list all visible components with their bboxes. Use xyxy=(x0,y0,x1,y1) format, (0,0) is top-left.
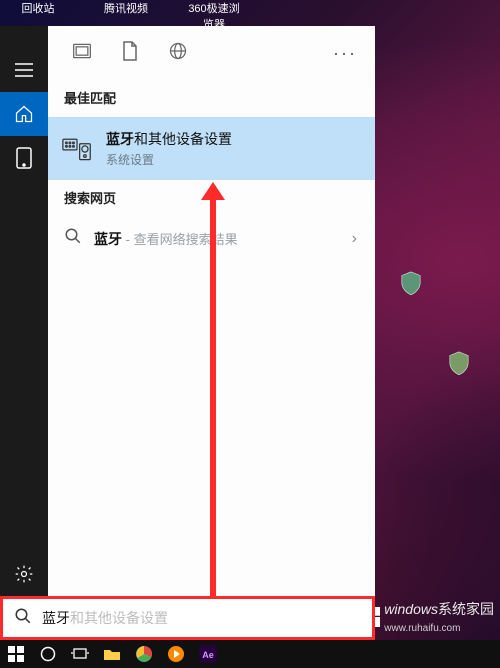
start-search-panel: ··· 最佳匹配 蓝牙和其他设备设置 系统设置 搜索网页 xyxy=(0,26,375,640)
task-view-button[interactable] xyxy=(64,640,96,668)
taskbar-app-media[interactable] xyxy=(160,640,192,668)
rail-settings[interactable] xyxy=(0,552,48,596)
rail-phone[interactable] xyxy=(0,136,48,180)
desktop-icon-browser[interactable]: 360极速浏览器 xyxy=(184,0,244,26)
start-button[interactable] xyxy=(0,640,32,668)
desktop-icons: 回收站 腾讯视频 360极速浏览器 xyxy=(8,0,500,26)
desktop-icon-recycle[interactable]: 回收站 xyxy=(8,0,68,26)
search-results-pane: ··· 最佳匹配 蓝牙和其他设备设置 系统设置 搜索网页 xyxy=(48,26,375,640)
scope-more-button[interactable]: ··· xyxy=(333,43,357,64)
annotation-arrow xyxy=(210,186,216,616)
desktop-icon-video[interactable]: 腾讯视频 xyxy=(96,0,156,26)
best-match-header: 最佳匹配 xyxy=(48,80,375,117)
menu-button[interactable] xyxy=(0,48,48,92)
scope-files-icon[interactable] xyxy=(72,42,92,65)
rail-home[interactable] xyxy=(0,92,48,136)
taskbar-app-browser[interactable] xyxy=(128,640,160,668)
scope-web-icon[interactable] xyxy=(168,41,188,66)
best-match-subtitle: 系统设置 xyxy=(106,151,232,168)
taskbar-app-explorer[interactable] xyxy=(96,640,128,668)
scope-documents-icon[interactable] xyxy=(122,41,138,66)
search-scope-tabs: ··· xyxy=(48,26,375,80)
search-icon xyxy=(64,227,82,250)
taskbar: Ae xyxy=(0,640,500,668)
watermark: windows系统家园 www.ruhaifu.com xyxy=(360,599,494,634)
web-search-label: 蓝牙 - 查看网络搜索结果 xyxy=(94,229,238,249)
best-match-title: 蓝牙和其他设备设置 xyxy=(106,129,232,149)
svg-text:Ae: Ae xyxy=(202,650,214,660)
search-rail xyxy=(0,26,48,640)
taskbar-app-ae[interactable]: Ae xyxy=(192,640,224,668)
settings-devices-icon xyxy=(62,134,92,164)
annotation-highlight-box xyxy=(0,596,375,640)
cortana-button[interactable] xyxy=(32,640,64,668)
chevron-right-icon: › xyxy=(352,230,357,248)
